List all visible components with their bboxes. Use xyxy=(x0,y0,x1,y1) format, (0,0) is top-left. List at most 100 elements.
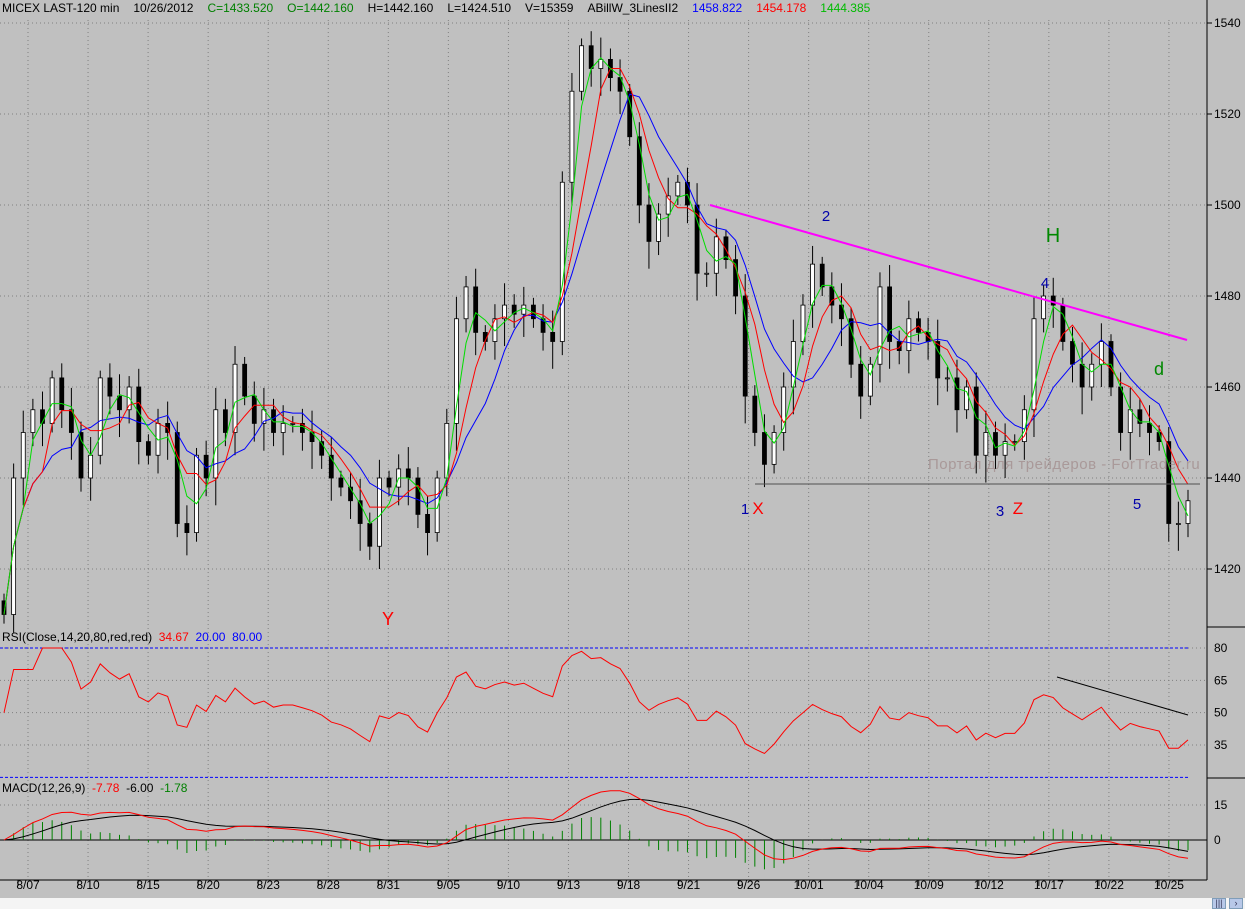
candle-body xyxy=(704,272,710,275)
open-value: O=1442.160 xyxy=(287,1,354,15)
macd-signal: -6.00 xyxy=(126,781,154,795)
candle-body xyxy=(30,409,36,433)
resistance-trendline xyxy=(709,204,1188,341)
price-tick-label: 1520 xyxy=(1214,107,1241,121)
candle-body xyxy=(762,432,767,465)
time-tick-label: 10/17 xyxy=(1034,878,1064,892)
macd-label: MACD(12,26,9) xyxy=(2,781,86,795)
time-tick-label: 10/25 xyxy=(1154,878,1184,892)
indicator-label: ABillW_3LinesII2 xyxy=(587,1,679,15)
price-tick-label: 1440 xyxy=(1214,471,1241,485)
candle-body xyxy=(646,204,652,242)
candle-body xyxy=(145,441,151,456)
scrollbar-thumb[interactable]: ||| xyxy=(1212,898,1226,909)
candle-body xyxy=(800,304,806,342)
symbol-label: MICEX LAST-120 min xyxy=(2,1,120,15)
candle-body xyxy=(1012,441,1018,444)
candle-body xyxy=(685,181,690,206)
annotation-label-h: H xyxy=(1046,225,1060,247)
date-label: 10/26/2012 xyxy=(133,1,194,15)
candle-body xyxy=(944,377,950,380)
candle-body xyxy=(184,523,190,533)
low-value: L=1424.510 xyxy=(447,1,512,15)
price-tick-label: 1500 xyxy=(1214,198,1241,212)
time-tick-label: 10/09 xyxy=(914,878,944,892)
candle-body xyxy=(59,377,65,411)
candle-body xyxy=(867,363,873,397)
rsi-high: 80.00 xyxy=(232,630,263,644)
price-tick-label: 1420 xyxy=(1214,562,1241,576)
volume-value: V=15359 xyxy=(525,1,574,15)
annotation-label-d: d xyxy=(1154,359,1164,379)
annotation-wave-3: 3 xyxy=(996,503,1004,520)
time-tick-label: 8/20 xyxy=(196,878,220,892)
candle-body xyxy=(213,409,219,479)
candle-body xyxy=(174,432,180,524)
candle-body xyxy=(598,59,604,69)
candle-body xyxy=(463,286,469,320)
macd-hist: -1.78 xyxy=(160,781,188,795)
ma-slow-line xyxy=(3,93,1189,615)
time-tick-label: 10/01 xyxy=(794,878,824,892)
candle-body xyxy=(559,181,565,342)
ma-fast-line xyxy=(3,57,1189,615)
candle-body xyxy=(983,432,989,456)
candle-body xyxy=(88,454,94,479)
rsi-header: RSI(Close,14,20,80,red,red) 34.67 20.00 … xyxy=(2,630,262,644)
price-tick-label: 1480 xyxy=(1214,289,1241,303)
annotation-label-x: X xyxy=(752,499,763,518)
candle-body xyxy=(964,386,970,411)
candle-body xyxy=(550,331,556,342)
time-tick-label: 9/05 xyxy=(437,878,461,892)
candle-body xyxy=(1127,409,1133,433)
candle-body xyxy=(1175,523,1181,525)
candle-body xyxy=(405,468,411,479)
candle-body xyxy=(579,45,584,92)
candle-body xyxy=(810,263,815,306)
horizontal-scrollbar[interactable] xyxy=(0,898,1245,909)
time-tick-label: 8/10 xyxy=(76,878,100,892)
time-tick-label: 10/22 xyxy=(1094,878,1124,892)
rsi-tick-label: 35 xyxy=(1214,738,1228,752)
candle-body xyxy=(1079,363,1085,388)
time-tick-label: 8/31 xyxy=(377,878,401,892)
annotation-wave-2: 2 xyxy=(822,208,830,225)
scroll-right-button[interactable]: › xyxy=(1229,898,1243,909)
macd-value: -7.78 xyxy=(92,781,120,795)
price-chart: 8/07 8/10 8/15 8/20 8/23 8/28 8/31 9/05 9/10 9/13… xyxy=(0,0,1245,892)
rsi-tick-label: 80 xyxy=(1214,641,1228,655)
candle-body xyxy=(425,514,430,534)
candle-body xyxy=(1166,441,1172,524)
ma-mid-line xyxy=(3,68,1189,615)
candle-body xyxy=(752,395,758,433)
candle-body xyxy=(569,90,575,183)
candle-body xyxy=(49,377,55,424)
candle-body xyxy=(858,363,864,397)
time-tick-label: 8/28 xyxy=(317,878,341,892)
candle-body xyxy=(415,477,421,515)
rsi-low: 20.00 xyxy=(195,630,226,644)
price-tick-label: 1540 xyxy=(1214,16,1241,30)
candle-body xyxy=(338,477,344,488)
watermark: Портал для трейдеров - ForTrader.ru xyxy=(928,456,1201,473)
candle-body xyxy=(656,213,661,242)
rsi-line xyxy=(3,647,1189,755)
candle-body xyxy=(232,363,238,433)
time-tick-label: 9/10 xyxy=(497,878,521,892)
time-tick-label: 9/21 xyxy=(677,878,701,892)
candle-body xyxy=(636,136,642,206)
high-value: H=1442.160 xyxy=(367,1,434,15)
chart-header: MICEX LAST-120 min 10/26/2012 C=1433.520 O=… xyxy=(2,1,884,15)
candle-body xyxy=(771,432,777,465)
candle-body xyxy=(521,304,527,315)
candle-body xyxy=(713,236,719,274)
candle-body xyxy=(1070,341,1075,365)
time-tick-label: 10/12 xyxy=(974,878,1004,892)
candle-body xyxy=(20,432,26,479)
candle-body xyxy=(97,377,103,456)
candle-body xyxy=(222,409,228,433)
candle-body xyxy=(781,386,787,433)
candle-body xyxy=(107,377,113,397)
rsi-tick-label: 65 xyxy=(1214,673,1228,687)
rsi-value: 34.67 xyxy=(158,630,189,644)
